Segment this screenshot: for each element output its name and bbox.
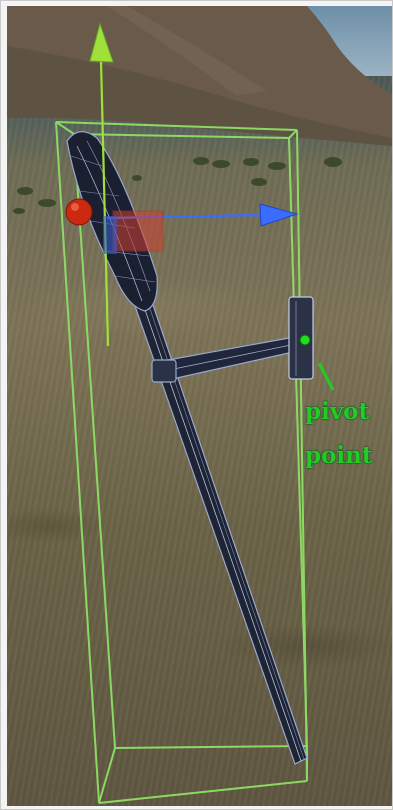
pivot-dot-icon	[299, 334, 311, 346]
shrubs	[13, 157, 342, 214]
pivot-label-line1: pivot	[305, 398, 370, 425]
scene-viewport[interactable]: pivot point	[7, 6, 392, 806]
z-axis-sphere-icon	[65, 198, 93, 226]
y-axis-arrow-icon	[89, 22, 114, 63]
screenshot-frame: pivot point	[0, 0, 393, 810]
xy-plane-handle-icon	[112, 210, 164, 252]
pivot-label-line2: point	[305, 442, 373, 469]
pivot-pointer-line	[317, 362, 335, 391]
